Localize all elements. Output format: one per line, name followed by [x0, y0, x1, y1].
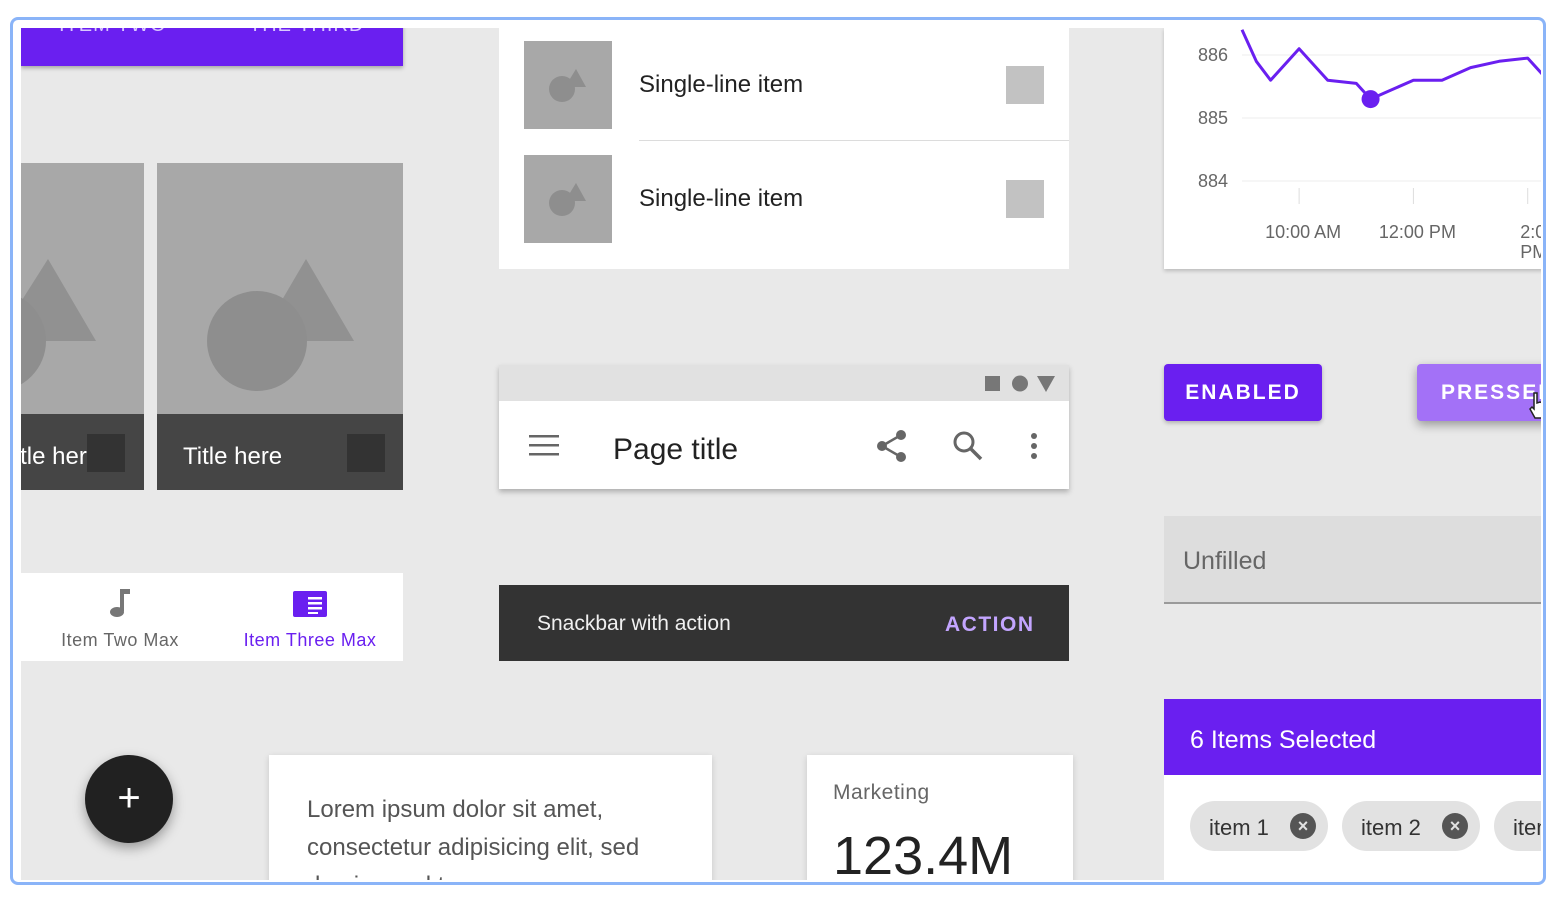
component-gallery: ITEM TWO THE THIRD Title here Title here — [21, 28, 1541, 880]
card-action-icon[interactable] — [347, 434, 385, 472]
line-chart-card: 884 885 886 10:00 AM 12:00 PM 2:00PM — [1164, 28, 1541, 269]
list-item-checkbox[interactable] — [1006, 66, 1044, 104]
close-icon[interactable]: × — [1290, 813, 1316, 839]
enabled-button[interactable]: ENABLED — [1164, 364, 1322, 421]
line-chart: 884 885 886 10:00 AM 12:00 PM 2:00PM — [1198, 29, 1541, 262]
selection-count: 6 Items Selected — [1190, 726, 1377, 754]
list-thumbnail — [524, 41, 612, 129]
snackbar: Snackbar with action ACTION — [499, 585, 1069, 661]
single-line-list: Single-line item Single-line item — [499, 28, 1069, 269]
image-card-left[interactable]: Title here — [21, 163, 144, 490]
list-item-checkbox[interactable] — [1006, 180, 1044, 218]
status-bar — [499, 365, 1069, 401]
chip[interactable]: item 1 × — [1190, 801, 1328, 851]
pressed-button[interactable]: PRESSED — [1417, 364, 1541, 421]
placeholder-image — [207, 259, 354, 391]
contextual-selection-bar: 6 Items Selected — [1164, 699, 1541, 775]
divider — [639, 140, 1069, 141]
x-tick-label: 10:00 AM — [1265, 222, 1341, 242]
tab-item-two[interactable]: ITEM TWO — [59, 28, 167, 37]
card-footer: Title here — [21, 414, 144, 490]
card-title: Title here — [183, 443, 283, 470]
series-line — [1240, 29, 1541, 101]
card-body-text: Lorem ipsum dolor sit amet, consectetur … — [307, 796, 640, 880]
list-item[interactable]: Single-line item — [499, 142, 1069, 256]
page-title: Page title — [613, 433, 739, 466]
card-action-icon[interactable] — [87, 434, 125, 472]
search-icon[interactable] — [951, 429, 985, 463]
article-icon — [293, 591, 327, 617]
placeholder-image — [21, 259, 96, 385]
text-field-placeholder: Unfilled — [1183, 547, 1267, 575]
music-note-icon — [110, 589, 130, 617]
top-app-bar: Page title — [499, 365, 1069, 489]
window-frame: ITEM TWO THE THIRD Title here Title here — [10, 17, 1546, 885]
list-thumbnail — [524, 155, 612, 243]
list-item-label: Single-line item — [639, 185, 804, 212]
status-icons — [985, 375, 1055, 392]
stat-value: 123.4M — [833, 826, 1014, 880]
stat-card: Marketing 123.4M — [807, 755, 1073, 880]
y-tick-label: 885 — [1198, 108, 1228, 128]
more-vert-icon[interactable] — [1027, 431, 1041, 465]
tab-the-third[interactable]: THE THIRD — [249, 28, 364, 37]
share-icon[interactable] — [875, 428, 909, 464]
bottom-nav-item-two[interactable]: Item Two Max — [55, 587, 185, 651]
unfilled-text-field[interactable]: Unfilled — [1164, 516, 1541, 604]
stat-label: Marketing — [833, 781, 930, 804]
text-card: Lorem ipsum dolor sit amet, consectetur … — [269, 755, 712, 880]
floating-action-button[interactable]: + — [85, 755, 173, 843]
chip-label: item 2 — [1361, 815, 1421, 840]
list-item-label: Single-line item — [639, 71, 804, 98]
pressed-button-label: PRESSED — [1441, 381, 1541, 404]
highlight-point — [1361, 90, 1380, 109]
card-footer: Title here — [157, 414, 403, 490]
bottom-nav-label: Item Three Max — [243, 630, 377, 650]
image-placeholder-icon — [549, 69, 586, 102]
menu-icon[interactable] — [527, 433, 561, 459]
x-tick-label: 12:00 PM — [1379, 222, 1456, 242]
list-item[interactable]: Single-line item — [499, 28, 1069, 142]
close-icon[interactable]: × — [1442, 813, 1468, 839]
hand-cursor-icon — [1529, 392, 1541, 419]
image-placeholder-icon — [549, 183, 586, 216]
top-tab-bar: ITEM TWO THE THIRD — [21, 28, 403, 66]
image-card-right[interactable]: Title here — [157, 163, 403, 490]
x-tick-label: 2:00 — [1520, 222, 1541, 242]
chip-label: item 1 — [1209, 815, 1269, 840]
bottom-nav-item-three[interactable]: Item Three Max — [235, 589, 385, 651]
bottom-nav-label: Item Two Max — [61, 630, 179, 650]
bottom-navigation: Item Two Max Item Three Max — [21, 573, 403, 661]
y-tick-label: 884 — [1198, 171, 1228, 191]
chip[interactable]: item 3 × — [1494, 801, 1541, 851]
y-tick-label: 886 — [1198, 45, 1228, 65]
chip-group: item 1 × item 2 × item 3 × — [1164, 775, 1541, 880]
x-tick-label-suffix: PM — [1520, 242, 1541, 262]
chip[interactable]: item 2 × — [1342, 801, 1480, 851]
chip-label: item 3 — [1513, 815, 1541, 840]
snackbar-message: Snackbar with action — [537, 612, 731, 635]
snackbar-action-button[interactable]: ACTION — [945, 613, 1035, 637]
